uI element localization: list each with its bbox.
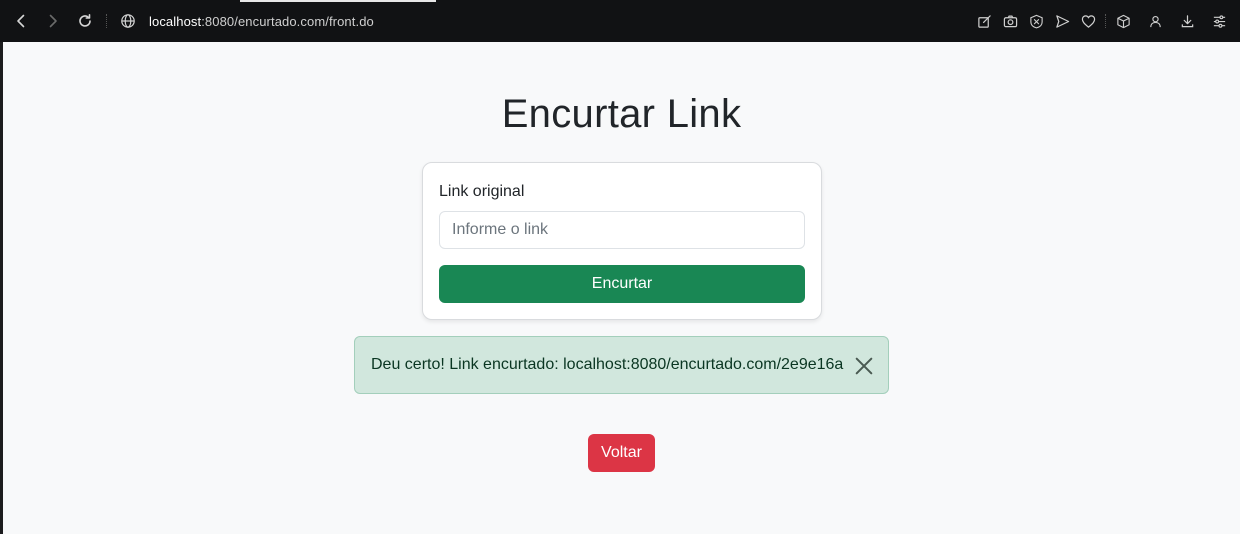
downloads-button[interactable] xyxy=(1174,8,1200,34)
success-alert: Deu certo! Link encurtado: localhost:808… xyxy=(354,336,889,394)
globe-icon xyxy=(121,14,135,28)
download-icon xyxy=(1181,14,1193,27)
page-content: Encurtar Link Link original Encurtar Deu… xyxy=(3,42,1240,534)
forward-arrow-icon xyxy=(49,14,57,28)
profile-icon xyxy=(1149,15,1161,27)
link-input[interactable] xyxy=(439,211,805,249)
screenshot-button[interactable] xyxy=(997,8,1023,34)
send-button[interactable] xyxy=(1049,8,1075,34)
edit-button[interactable] xyxy=(971,8,997,34)
toolbar-separator-right xyxy=(1105,14,1106,28)
settings-sliders-icon xyxy=(1213,14,1225,28)
shorten-button[interactable]: Encurtar xyxy=(439,265,805,303)
link-original-label: Link original xyxy=(439,183,525,200)
shorten-form-card: Link original Encurtar xyxy=(422,162,822,320)
url-path: :8080/encurtado.com/front.do xyxy=(201,13,374,29)
tracker-block-button[interactable] xyxy=(1023,8,1049,34)
favorite-button[interactable] xyxy=(1075,8,1101,34)
heart-icon xyxy=(1081,14,1095,28)
alert-close-button[interactable] xyxy=(854,356,874,376)
site-info-button[interactable] xyxy=(115,8,141,34)
settings-button[interactable] xyxy=(1206,8,1232,34)
reload-icon xyxy=(79,14,91,27)
reload-button[interactable] xyxy=(72,8,98,34)
shield-x-icon xyxy=(1029,14,1043,28)
edit-icon xyxy=(977,14,991,28)
browser-toolbar: localhost:8080/encurtado.com/front.do xyxy=(0,0,1240,42)
back-button[interactable] xyxy=(8,8,34,34)
url-host: localhost xyxy=(149,13,202,29)
camera-icon xyxy=(1003,15,1017,27)
toolbar-separator xyxy=(106,14,107,28)
active-tab-indicator xyxy=(240,0,436,2)
page-title: Encurtar Link xyxy=(501,92,742,136)
back-arrow-icon xyxy=(17,14,25,28)
profile-button[interactable] xyxy=(1142,8,1168,34)
cube-icon xyxy=(1116,14,1130,28)
address-bar[interactable]: localhost:8080/encurtado.com/front.do xyxy=(149,14,374,29)
close-icon xyxy=(855,357,873,375)
extensions-button[interactable] xyxy=(1110,8,1136,34)
forward-button[interactable] xyxy=(40,8,66,34)
send-icon xyxy=(1055,14,1069,28)
alert-message: Deu certo! Link encurtado: localhost:808… xyxy=(371,356,844,373)
back-page-button[interactable]: Voltar xyxy=(588,434,655,472)
toolbar-right-icons xyxy=(971,0,1232,42)
